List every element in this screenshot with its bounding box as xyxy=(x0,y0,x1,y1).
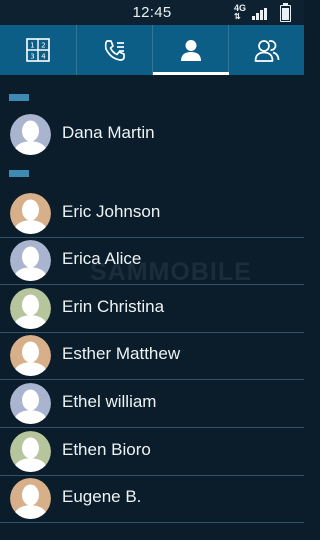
groups-icon xyxy=(254,40,280,62)
avatar xyxy=(10,240,51,281)
battery-icon xyxy=(280,3,291,22)
person-silhouette-icon xyxy=(10,288,51,329)
contact-row[interactable]: Eugene B. xyxy=(0,475,304,523)
contact-row[interactable]: Ethen Bioro xyxy=(0,428,304,476)
keypad-icon: 1 2 3 4 xyxy=(26,38,50,62)
contacts-icon xyxy=(181,40,201,61)
tab-bar: 1 2 3 4 xyxy=(0,25,304,75)
contact-row[interactable]: Erica Alice xyxy=(0,237,304,285)
svg-text:3: 3 xyxy=(30,53,34,61)
person-silhouette-icon xyxy=(10,193,51,234)
network-indicator: 4G ⇅ xyxy=(233,4,246,21)
tab-call-log[interactable] xyxy=(76,25,153,75)
avatar xyxy=(10,288,51,329)
section-header-d xyxy=(9,94,29,101)
avatar xyxy=(10,431,51,472)
avatar xyxy=(10,478,51,519)
avatar xyxy=(10,114,51,155)
tab-keypad[interactable]: 1 2 3 4 xyxy=(0,25,76,75)
contact-name: Erica Alice xyxy=(62,249,142,268)
signal-icon xyxy=(252,8,268,20)
person-silhouette-icon xyxy=(10,114,51,155)
person-silhouette-icon xyxy=(10,240,51,281)
contact-name: Eugene B. xyxy=(62,487,142,506)
contact-row[interactable]: Esther Matthew xyxy=(0,332,304,380)
person-silhouette-icon xyxy=(10,478,51,519)
section-header-e xyxy=(9,170,29,177)
contact-name: Eric Johnson xyxy=(62,202,161,221)
contact-name: Erin Christina xyxy=(62,297,165,316)
data-activity-icon: ⇅ xyxy=(233,12,241,21)
tab-groups[interactable] xyxy=(228,25,305,75)
avatar xyxy=(10,335,51,376)
contact-name: Ethen Bioro xyxy=(62,440,151,459)
status-bar: 12:45 4G ⇅ xyxy=(0,0,304,25)
contact-row[interactable]: Ethel william xyxy=(0,380,304,428)
contact-row[interactable]: Dana Martin xyxy=(0,111,304,158)
contact-name: Dana Martin xyxy=(62,123,155,142)
svg-text:1: 1 xyxy=(30,42,34,50)
person-silhouette-icon xyxy=(10,383,51,424)
contact-name: Ethel william xyxy=(62,392,157,411)
contact-row[interactable]: Eric Johnson xyxy=(0,190,304,238)
contact-name: Esther Matthew xyxy=(62,344,181,363)
svg-text:2: 2 xyxy=(41,42,45,50)
call-log-icon xyxy=(104,40,125,61)
person-silhouette-icon xyxy=(10,335,51,376)
svg-text:4: 4 xyxy=(41,53,46,61)
tab-contacts[interactable] xyxy=(152,25,229,75)
avatar xyxy=(10,193,51,234)
avatar xyxy=(10,383,51,424)
contact-row[interactable]: Erin Christina xyxy=(0,285,304,333)
person-silhouette-icon xyxy=(10,431,51,472)
